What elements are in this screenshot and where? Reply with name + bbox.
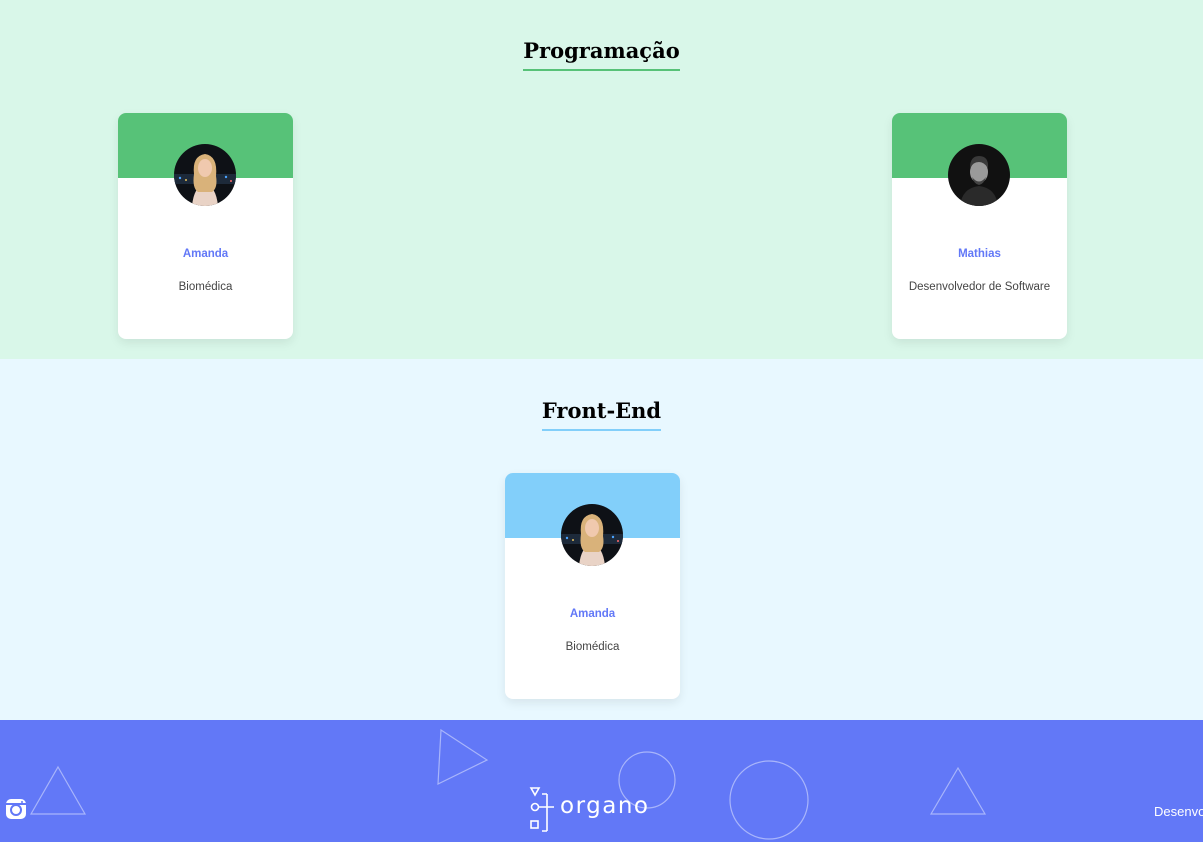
instagram-icon[interactable] [5, 798, 27, 820]
member-card: Amanda Biomédica [505, 473, 680, 699]
member-name: Amanda [569, 608, 616, 620]
team-title: Front-End [0, 398, 1203, 431]
circle-shape [729, 760, 809, 840]
team-section-front-end: Front-End Amanda Biomédica [0, 359, 1203, 720]
photo-man-icon [948, 144, 1010, 206]
member-name: Mathias [958, 248, 1001, 260]
member-card: Mathias Desenvolvedor de Software [892, 113, 1067, 339]
photo-woman-icon [561, 504, 623, 566]
member-card: Amanda Biomédica [118, 113, 293, 339]
team-title: Programação [0, 38, 1203, 71]
footer-decoration [29, 728, 987, 840]
footer: organo Desenvo [0, 720, 1203, 842]
member-name: Amanda [182, 248, 229, 260]
triangle-shape [437, 728, 489, 785]
team-section-programacao: Programação Amanda Biomédica Mathias Des… [0, 0, 1203, 359]
footer-credit: Desenvo [1154, 804, 1203, 819]
organo-logo-icon [529, 787, 554, 832]
member-role: Desenvolvedor de Software [908, 281, 1051, 293]
member-role: Biomédica [565, 641, 620, 653]
photo-woman-icon [174, 144, 236, 206]
triangle-shape [929, 766, 987, 815]
triangle-shape [29, 765, 87, 815]
logo-text: organo [560, 793, 650, 819]
member-role: Biomédica [178, 281, 233, 293]
